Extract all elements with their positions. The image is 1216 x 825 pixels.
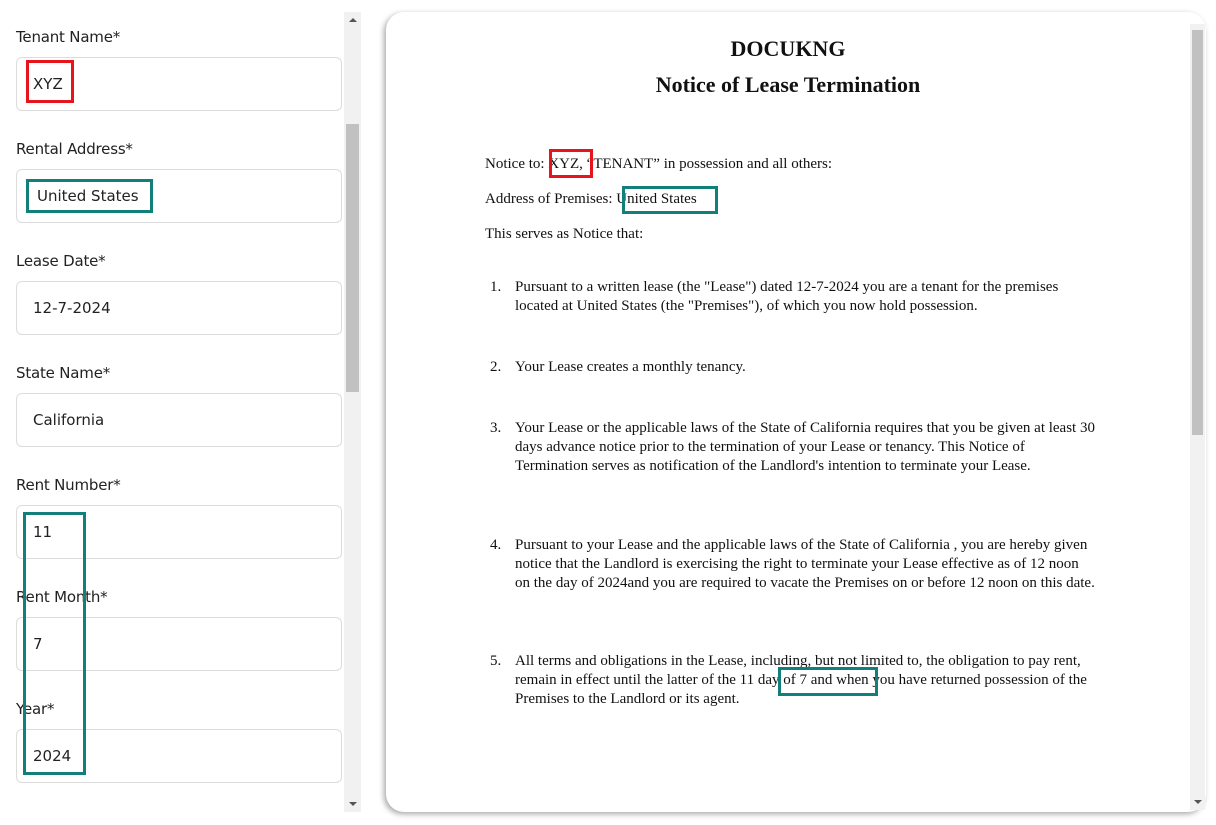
address-prefix: Address of Premises: bbox=[485, 191, 617, 207]
clause-text: Your Lease creates a monthly tenancy. bbox=[515, 359, 746, 375]
scroll-up-arrow-icon[interactable] bbox=[348, 18, 357, 22]
state-name-input[interactable]: California bbox=[16, 393, 342, 447]
clause-text: Your Lease or the applicable laws of the… bbox=[515, 420, 1095, 474]
rent-month-label: Rent Month* bbox=[16, 588, 108, 606]
clause-number: 4. bbox=[490, 537, 502, 553]
tenant-name-label: Tenant Name* bbox=[16, 28, 121, 46]
scroll-down-arrow-icon[interactable] bbox=[348, 802, 357, 806]
lease-date-input[interactable]: 12-7-2024 bbox=[16, 281, 342, 335]
document-scrollbar-thumb[interactable] bbox=[1192, 30, 1203, 435]
clause-item: 1. Pursuant to a written lease (the "Lea… bbox=[490, 278, 1096, 316]
serves-notice-line: This serves as Notice that: bbox=[485, 226, 644, 242]
document-preview: DOCUKNG Notice of Lease Termination Noti… bbox=[386, 12, 1206, 812]
lease-date-value: 12-7-2024 bbox=[33, 299, 111, 317]
rent-number-value: 11 bbox=[33, 523, 53, 541]
rent-number-input[interactable]: 11 bbox=[16, 505, 342, 559]
clause-number: 1. bbox=[490, 279, 502, 295]
rental-address-value: United States bbox=[37, 187, 139, 205]
clause-text: Pursuant to a written lease (the "Lease"… bbox=[515, 279, 1059, 314]
state-name-value: California bbox=[33, 411, 105, 429]
tenant-name-input[interactable]: XYZ bbox=[16, 57, 342, 111]
form-panel: Tenant Name* XYZ Rental Address* United … bbox=[0, 12, 344, 812]
tenant-name-value: XYZ bbox=[33, 75, 63, 93]
clause-item: 3. Your Lease or the applicable laws of … bbox=[490, 419, 1096, 476]
state-name-label: State Name* bbox=[16, 364, 111, 382]
rent-month-input[interactable]: 7 bbox=[16, 617, 342, 671]
form-scrollbar-thumb[interactable] bbox=[346, 124, 359, 392]
year-value: 2024 bbox=[33, 747, 72, 765]
notice-to-line: Notice to: XYZ, “TENANT” in possession a… bbox=[485, 156, 832, 173]
rental-address-input[interactable]: United States bbox=[16, 169, 342, 223]
clause-item: 5. All terms and obligations in the Leas… bbox=[490, 652, 1096, 709]
scroll-down-arrow-icon[interactable] bbox=[1193, 800, 1202, 804]
rental-address-label: Rental Address* bbox=[16, 140, 133, 158]
address-value: United States bbox=[616, 191, 697, 207]
address-line: Address of Premises: United States bbox=[485, 191, 697, 208]
clause-number: 2. bbox=[490, 359, 502, 375]
clause-number: 3. bbox=[490, 420, 502, 436]
document-title: Notice of Lease Termination bbox=[655, 72, 921, 97]
rent-number-label: Rent Number* bbox=[16, 476, 121, 494]
document-brand: DOCUKNG bbox=[730, 36, 846, 61]
notice-tenant-name: XYZ, bbox=[548, 156, 583, 172]
form-scrollbar[interactable] bbox=[344, 12, 361, 812]
clause-item: 4. Pursuant to your Lease and the applic… bbox=[490, 536, 1096, 593]
clause-text: Pursuant to your Lease and the applicabl… bbox=[515, 537, 1095, 591]
clause-text: All terms and obligations in the Lease, … bbox=[515, 653, 1087, 707]
clause-item: 2. Your Lease creates a monthly tenancy. bbox=[490, 358, 1096, 377]
year-input[interactable]: 2024 bbox=[16, 729, 342, 783]
notice-prefix: Notice to: bbox=[485, 156, 549, 172]
rent-month-value: 7 bbox=[33, 635, 43, 653]
document-scrollbar[interactable] bbox=[1190, 24, 1205, 810]
notice-suffix: “TENANT” in possession and all others: bbox=[582, 156, 833, 172]
lease-date-label: Lease Date* bbox=[16, 252, 106, 270]
year-label: Year* bbox=[16, 700, 55, 718]
clause-number: 5. bbox=[490, 653, 502, 669]
